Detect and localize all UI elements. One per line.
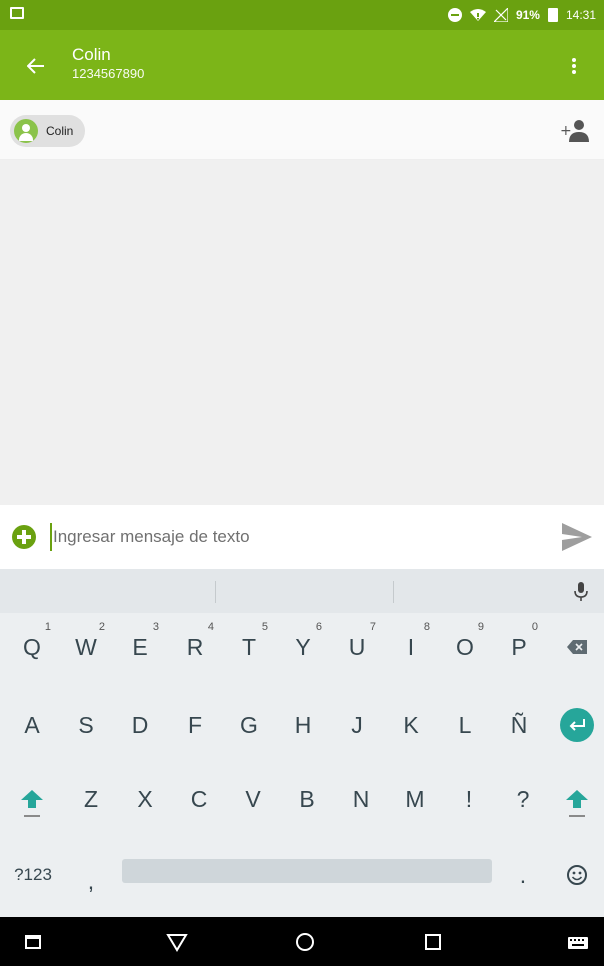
key-p[interactable]: 0P (492, 617, 546, 677)
key-h[interactable]: H (276, 695, 330, 755)
keyboard-row-4: ?123 , . (0, 845, 604, 905)
more-options-button[interactable] (564, 52, 584, 80)
key-f[interactable]: F (168, 695, 222, 755)
keyboard: 1Q 2W 3E 4R 5T 6Y 7U 8I 9O 0P A S D F G … (0, 569, 604, 917)
enter-icon (560, 708, 594, 742)
key-period[interactable]: . (496, 845, 550, 905)
key-n[interactable]: N (334, 769, 388, 829)
status-bar: 91% 14:31 (0, 0, 604, 30)
shift-key-left[interactable] (5, 769, 59, 829)
key-r[interactable]: 4R (168, 617, 222, 677)
key-v[interactable]: V (226, 769, 280, 829)
caps-indicator (24, 815, 40, 817)
app-bar: Colin 1234567890 (0, 30, 604, 100)
key-w[interactable]: 2W (59, 617, 113, 677)
emoji-key[interactable] (550, 845, 604, 905)
conversation-area (0, 160, 604, 505)
key-u[interactable]: 7U (330, 617, 384, 677)
status-icons: 91% 14:31 (447, 0, 596, 30)
key-i[interactable]: 8I (384, 617, 438, 677)
keyboard-row-3: Z X C V B N M ! ? (0, 769, 604, 829)
arrow-left-icon (27, 58, 44, 74)
navigation-bar (0, 917, 604, 966)
avatar (14, 119, 38, 143)
contact-name: Colin (72, 45, 111, 64)
key-m[interactable]: M (388, 769, 442, 829)
clock: 14:31 (565, 8, 596, 22)
key-d[interactable]: D (113, 695, 167, 755)
suggestion-divider (215, 581, 216, 603)
key-z[interactable]: Z (64, 769, 118, 829)
battery-icon (547, 8, 558, 22)
key-comma[interactable]: , (64, 851, 118, 911)
suggestion-divider (393, 581, 394, 603)
key-s[interactable]: S (59, 695, 113, 755)
back-button[interactable] (22, 52, 50, 80)
key-k[interactable]: K (384, 695, 438, 755)
key-e[interactable]: 3E (113, 617, 167, 677)
send-icon[interactable] (560, 521, 594, 553)
key-t[interactable]: 5T (222, 617, 276, 677)
key-enye[interactable]: Ñ (492, 695, 546, 755)
space-bar[interactable] (122, 859, 492, 883)
svg-text:+: + (560, 123, 572, 139)
key-l[interactable]: L (438, 695, 492, 755)
recent-apps-icon[interactable] (20, 929, 46, 955)
shift-key-right[interactable] (550, 769, 604, 829)
no-signal-icon (493, 8, 508, 22)
add-circle-icon[interactable] (12, 525, 36, 549)
suggestion-strip (0, 569, 604, 613)
recipients-bar: Colin + (0, 100, 604, 160)
key-c[interactable]: C (172, 769, 226, 829)
shift-icon (566, 790, 588, 808)
key-exclamation[interactable]: ! (442, 769, 496, 829)
recipient-chip[interactable]: Colin (10, 115, 86, 147)
keyboard-row-1: 1Q 2W 3E 4R 5T 6Y 7U 8I 9O 0P (0, 617, 604, 677)
message-input[interactable] (50, 523, 530, 551)
battery-percent: 91% (515, 8, 540, 22)
key-b[interactable]: B (280, 769, 334, 829)
overview-icon[interactable] (420, 929, 446, 955)
do-not-disturb-icon (447, 8, 462, 22)
key-g[interactable]: G (222, 695, 276, 755)
symbols-key[interactable]: ?123 (6, 845, 60, 905)
add-person-icon[interactable]: + (560, 118, 590, 144)
wifi-icon (469, 9, 486, 21)
compose-bar (0, 505, 604, 569)
key-o[interactable]: 9O (438, 617, 492, 677)
key-j[interactable]: J (330, 695, 384, 755)
keyboard-row-2: A S D F G H J K L Ñ (0, 695, 604, 755)
contact-number: 1234567890 (72, 66, 145, 81)
key-y[interactable]: 6Y (276, 617, 330, 677)
backspace-icon (567, 640, 587, 654)
conversation-titles: Colin 1234567890 (72, 45, 144, 83)
key-q[interactable]: 1Q (5, 617, 59, 677)
key-question[interactable]: ? (496, 769, 550, 829)
gallery-notification-icon (10, 7, 24, 19)
key-x[interactable]: X (118, 769, 172, 829)
keyboard-switch-icon[interactable] (565, 929, 591, 955)
mic-icon[interactable] (574, 581, 588, 603)
shift-icon (21, 790, 43, 808)
back-icon[interactable] (164, 929, 190, 955)
emoji-icon (567, 865, 587, 885)
more-vert-icon (572, 58, 576, 74)
recipient-chip-label: Colin (46, 124, 74, 138)
enter-key[interactable] (550, 695, 604, 755)
caps-indicator (569, 815, 585, 817)
backspace-key[interactable] (550, 617, 604, 677)
home-icon[interactable] (292, 929, 318, 955)
key-a[interactable]: A (5, 695, 59, 755)
